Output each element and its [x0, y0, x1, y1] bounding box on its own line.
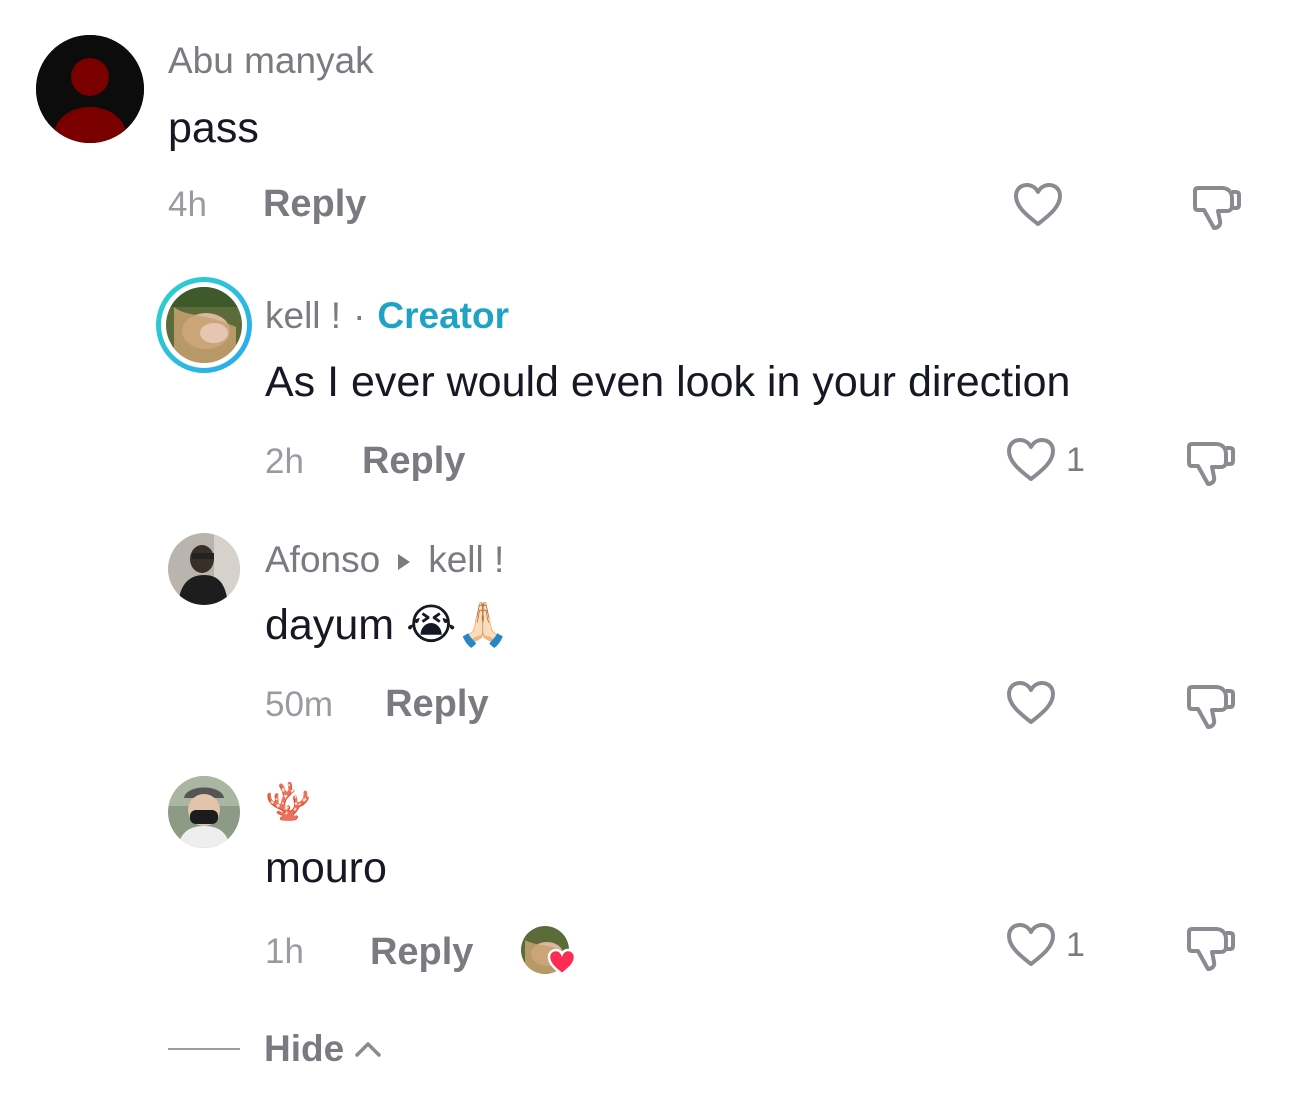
- heart-icon: [1007, 438, 1055, 481]
- heart-icon: [1007, 923, 1055, 966]
- avatar[interactable]: [168, 533, 240, 605]
- like-button[interactable]: 1: [1006, 437, 1085, 483]
- comment-text: mouro: [265, 844, 387, 892]
- dislike-button[interactable]: [1186, 679, 1236, 736]
- comment-meta: 4h Reply: [168, 183, 366, 226]
- heart-filled-icon: [547, 948, 577, 981]
- username-text[interactable]: Abu manyak: [168, 40, 374, 82]
- divider-line: [168, 1048, 240, 1050]
- dislike-button[interactable]: [1186, 436, 1236, 493]
- comment-meta: 2h Reply: [265, 440, 465, 483]
- thumbs-down-icon: [1187, 685, 1235, 729]
- comment-text: dayum 😭🙏🏻: [265, 601, 510, 649]
- user-photo-avatar: [168, 533, 240, 605]
- heart-icon: [1014, 183, 1062, 226]
- hide-replies-button[interactable]: Hide: [168, 1028, 382, 1070]
- username-text[interactable]: 🪸: [265, 781, 311, 824]
- comment-username[interactable]: kell ! · Creator: [265, 295, 509, 337]
- comment-time: 1h: [265, 932, 304, 971]
- like-button[interactable]: 1: [1006, 922, 1085, 968]
- thumbs-down-icon: [1187, 442, 1235, 486]
- dislike-button[interactable]: [1192, 180, 1242, 237]
- avatar[interactable]: [168, 776, 240, 848]
- like-count: 1: [1066, 925, 1085, 964]
- reply-to-arrow-icon: [396, 539, 412, 581]
- chevron-up-icon: [355, 1042, 381, 1057]
- user-photo-avatar: [166, 287, 242, 363]
- reply-button[interactable]: Reply: [263, 183, 366, 226]
- comment-time: 50m: [265, 684, 334, 724]
- comment-text: As I ever would even look in your direct…: [265, 358, 1071, 406]
- comment-username[interactable]: Abu manyak: [168, 40, 374, 82]
- reply-button[interactable]: Reply: [385, 683, 488, 726]
- comment-username[interactable]: Afonso kell !: [265, 539, 504, 581]
- user-photo-avatar: [168, 776, 240, 848]
- comment-text: pass: [168, 104, 259, 152]
- dislike-button[interactable]: [1186, 921, 1236, 978]
- avatar[interactable]: [36, 35, 144, 143]
- creator-badge: Creator: [377, 295, 510, 336]
- like-count: 1: [1066, 440, 1085, 479]
- separator: ·: [353, 295, 366, 336]
- reply-to-username[interactable]: kell !: [428, 539, 504, 581]
- comment-username[interactable]: 🪸: [265, 781, 311, 824]
- hide-label[interactable]: Hide: [264, 1028, 344, 1070]
- default-user-icon: [36, 35, 144, 143]
- thumbs-down-icon: [1193, 186, 1241, 230]
- username-text[interactable]: Afonso: [265, 539, 380, 581]
- like-button[interactable]: [1013, 182, 1063, 228]
- comment-time: 4h: [168, 184, 207, 224]
- reply-button[interactable]: Reply: [370, 931, 473, 974]
- avatar-ring[interactable]: [156, 277, 252, 373]
- comment-meta: 1h Reply: [265, 926, 577, 978]
- thumbs-down-icon: [1187, 927, 1235, 971]
- like-button[interactable]: [1006, 680, 1056, 726]
- comment-meta: 50m Reply: [265, 683, 489, 726]
- comment-time: 2h: [265, 441, 304, 481]
- username-text[interactable]: kell !: [265, 295, 341, 337]
- reply-button[interactable]: Reply: [362, 440, 465, 483]
- creator-liked-indicator: [521, 926, 577, 978]
- heart-icon: [1007, 681, 1055, 724]
